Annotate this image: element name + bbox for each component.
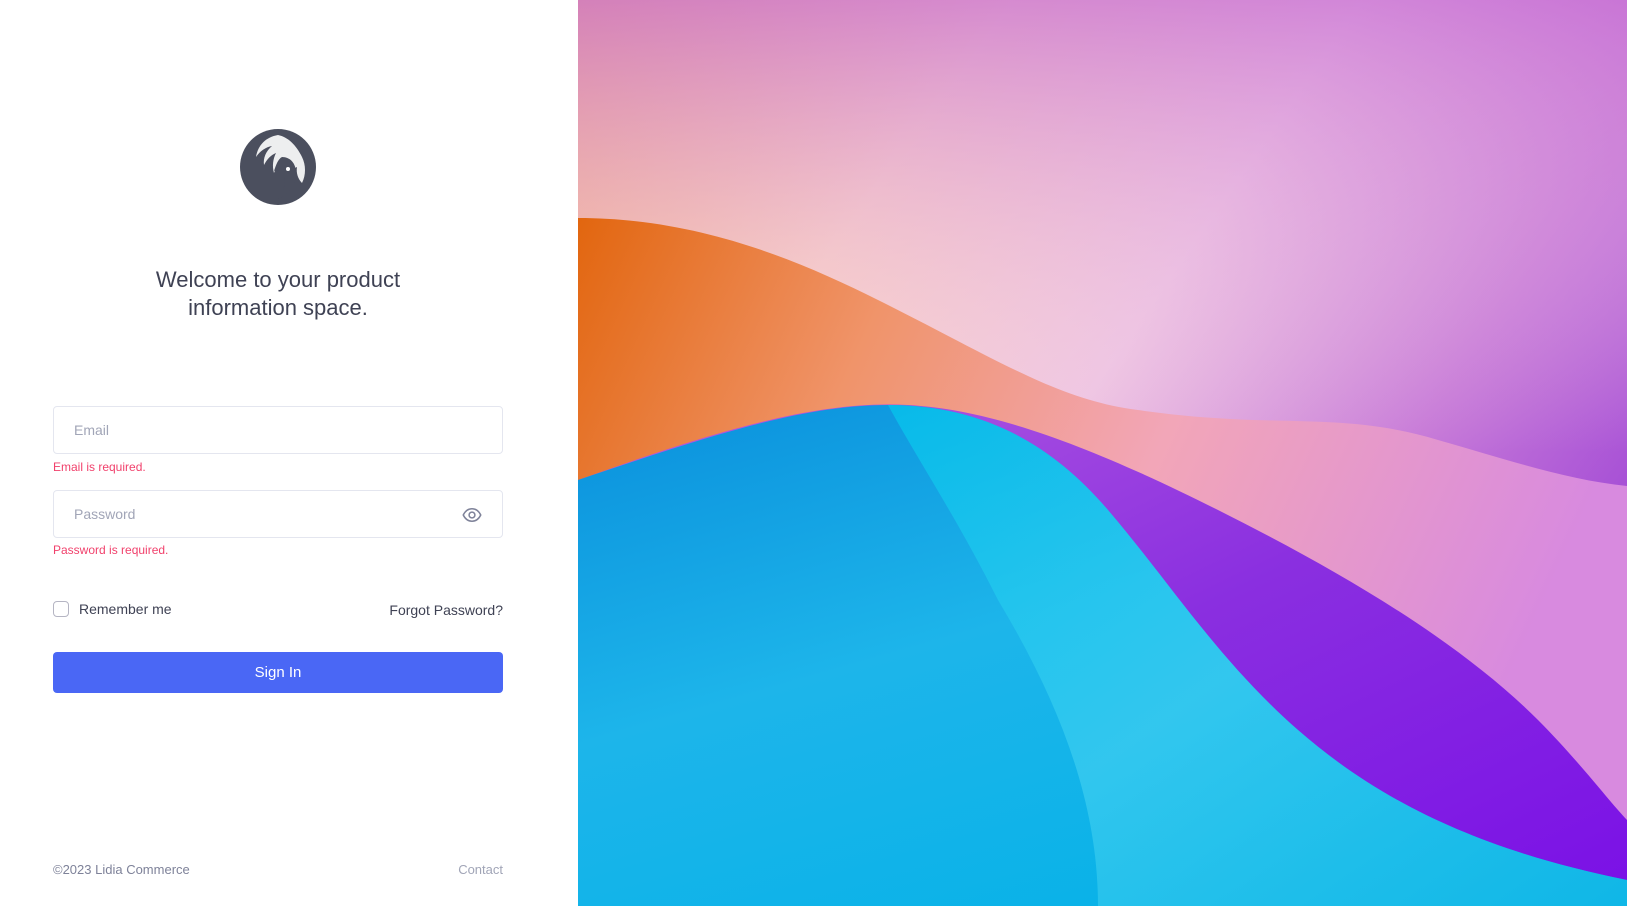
copyright-text: ©2023 Lidia Commerce	[53, 862, 190, 877]
login-page: Welcome to your product information spac…	[0, 0, 1627, 906]
password-input[interactable]	[54, 491, 502, 537]
password-error-message: Password is required.	[53, 543, 169, 557]
welcome-line-2: information space.	[188, 295, 368, 320]
welcome-line-1: Welcome to your product	[155, 267, 401, 292]
lion-logo-icon	[240, 129, 316, 205]
password-field-wrapper	[53, 490, 503, 538]
forgot-password-link[interactable]: Forgot Password?	[389, 602, 503, 618]
wave-artwork-image	[578, 0, 1627, 906]
remember-me-checkbox[interactable]: Remember me	[53, 601, 172, 617]
background-artwork	[578, 0, 1627, 906]
email-error-message: Email is required.	[53, 460, 146, 474]
email-input[interactable]	[54, 407, 502, 453]
sign-in-button[interactable]: Sign In	[53, 652, 503, 693]
checkbox-box[interactable]	[53, 601, 69, 617]
login-panel: Welcome to your product information spac…	[0, 0, 578, 906]
remember-me-label: Remember me	[79, 601, 172, 617]
welcome-heading: Welcome to your product information spac…	[80, 266, 476, 322]
eye-icon[interactable]	[462, 505, 482, 525]
email-field-wrapper	[53, 406, 503, 454]
contact-link[interactable]: Contact	[458, 862, 503, 877]
